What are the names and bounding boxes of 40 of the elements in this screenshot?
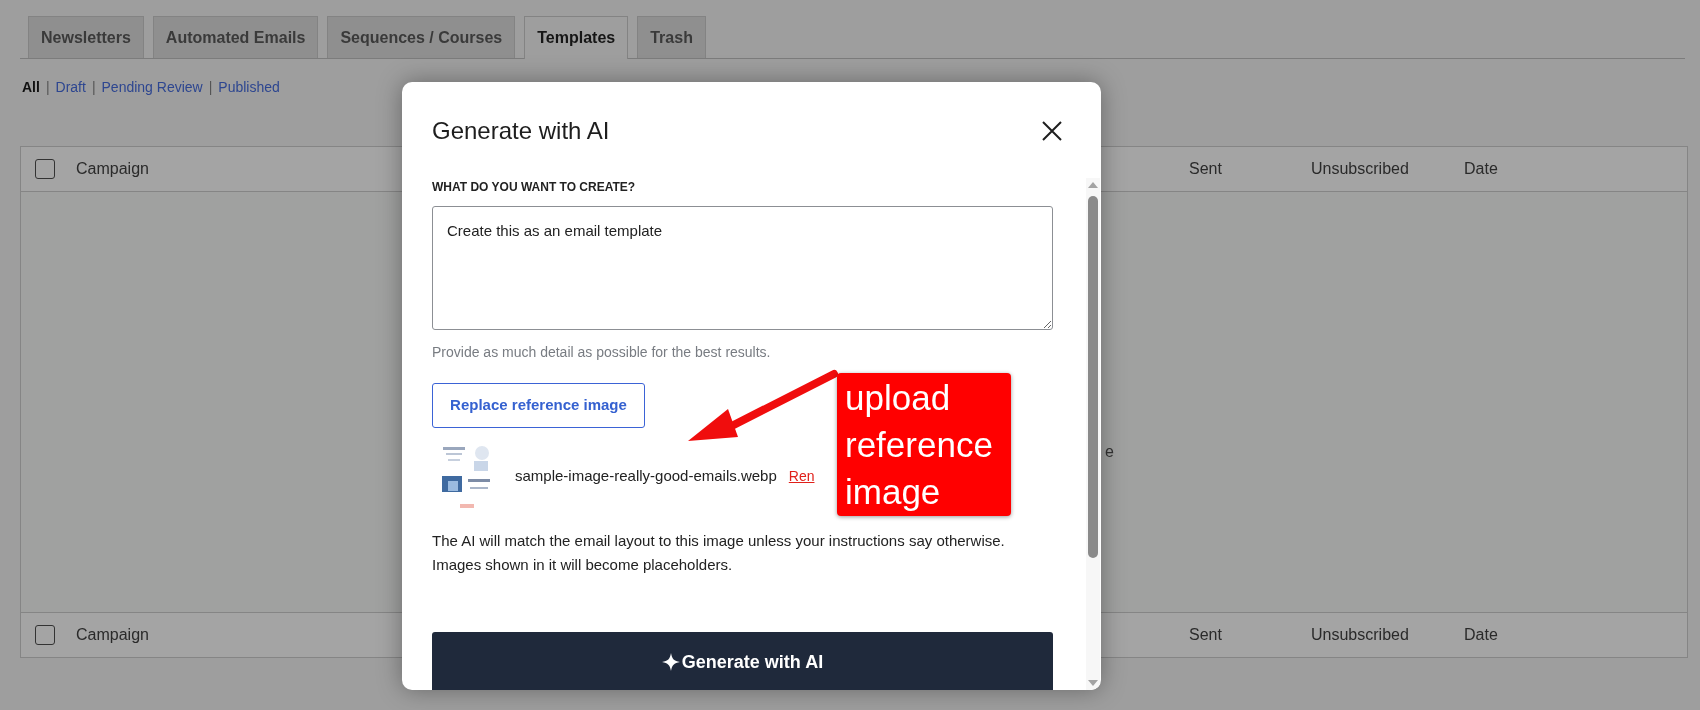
column-header: Date [1464, 160, 1498, 177]
column-header: Date [1464, 626, 1498, 643]
file-name: sample-image-really-good-emails.webp [515, 466, 777, 487]
generate-button[interactable]: Generate with AI [432, 632, 1053, 690]
annotation-text: upload reference image [845, 377, 994, 513]
filter-link[interactable]: Pending Review [101, 77, 203, 98]
helper-text: Provide as much detail as possible for the best results. [432, 343, 772, 362]
scrollbar-thumb[interactable] [1088, 196, 1098, 558]
scrollbar[interactable] [1086, 178, 1100, 690]
column-header: Unsubscribed [1311, 160, 1409, 177]
tab[interactable]: Trash [637, 16, 706, 58]
column-header: Sent [1189, 160, 1222, 177]
empty-message: e [1105, 442, 1114, 462]
filter-link[interactable]: Published [218, 77, 280, 98]
filter-link[interactable]: Draft [55, 77, 86, 98]
separator: | [208, 78, 213, 97]
close-button[interactable] [1041, 120, 1063, 142]
close-icon [1041, 120, 1063, 142]
column-header: Unsubscribed [1311, 626, 1409, 643]
scroll-down-icon[interactable] [1087, 678, 1099, 688]
field-label: WHAT DO YOU WANT TO CREATE? [432, 179, 637, 195]
column-header: Campaign [76, 160, 149, 177]
filter-link[interactable]: All [22, 77, 40, 98]
tab[interactable]: Templates [524, 16, 629, 59]
modal-title: Generate with AI [432, 116, 610, 146]
remove-link[interactable]: Ren [788, 466, 815, 487]
checkbox[interactable] [35, 159, 55, 179]
separator: | [91, 78, 96, 97]
info-text: The AI will match the email layout to this image unless your instructions say otherwise. Images shown in it will become placeholders. [432, 531, 1006, 575]
replace-image-button[interactable]: Replace reference image [432, 383, 645, 428]
column-header: Campaign [76, 626, 149, 643]
tab[interactable]: Sequences / Courses [327, 16, 516, 58]
scroll-up-icon[interactable] [1087, 180, 1099, 190]
checkbox[interactable] [35, 625, 55, 645]
column-header: Sent [1189, 626, 1222, 643]
tab[interactable]: Newsletters [28, 16, 144, 58]
sparkle-icon [661, 653, 680, 671]
tab[interactable]: Automated Emails [152, 16, 319, 58]
separator: | [45, 78, 50, 97]
prompt-field[interactable]: Create this as an email template [432, 206, 1053, 330]
